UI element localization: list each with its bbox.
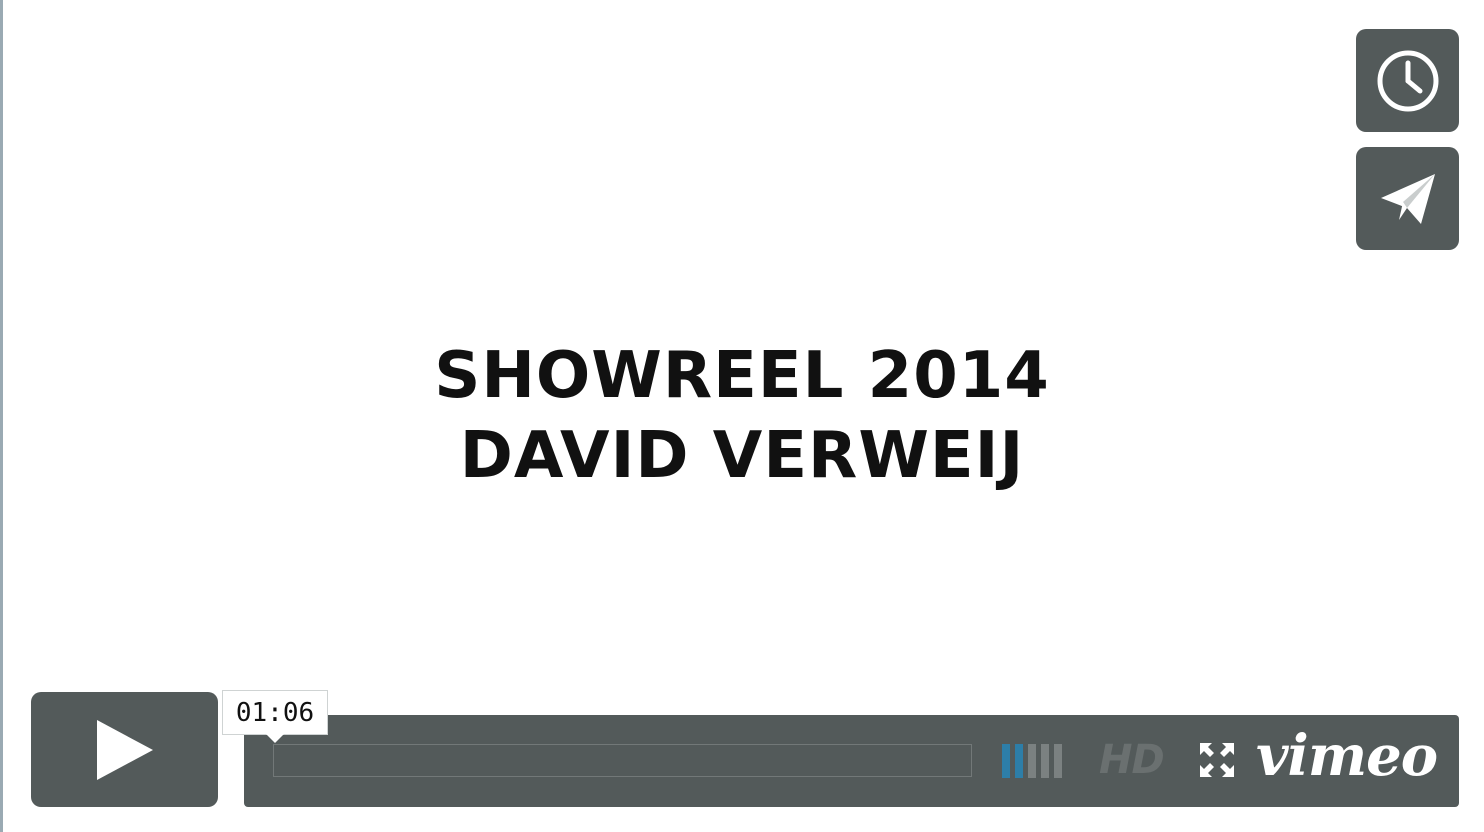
controls-bar: HD vimeo bbox=[244, 715, 1459, 807]
time-tooltip: 01:06 bbox=[222, 690, 328, 735]
hd-toggle[interactable]: HD bbox=[1099, 737, 1165, 783]
fullscreen-icon[interactable] bbox=[1198, 741, 1236, 779]
clock-icon bbox=[1377, 50, 1438, 111]
time-tooltip-pointer bbox=[266, 734, 284, 743]
play-icon bbox=[96, 719, 153, 780]
volume-bar[interactable] bbox=[1028, 744, 1036, 778]
share-button[interactable] bbox=[1356, 147, 1459, 250]
play-button[interactable] bbox=[31, 692, 218, 807]
volume-bar[interactable] bbox=[1002, 744, 1010, 778]
video-player: SHOWREEL 2014 DAVID VERWEIJ HD vimeo 01:… bbox=[0, 0, 1484, 832]
volume-bar[interactable] bbox=[1015, 744, 1023, 778]
vimeo-logo[interactable]: vimeo bbox=[1256, 723, 1438, 789]
volume-bar[interactable] bbox=[1054, 744, 1062, 778]
watch-later-button[interactable] bbox=[1356, 29, 1459, 132]
volume-bar[interactable] bbox=[1041, 744, 1049, 778]
video-title-card: SHOWREEL 2014 DAVID VERWEIJ bbox=[0, 336, 1484, 496]
title-line-1: SHOWREEL 2014 bbox=[434, 339, 1050, 413]
paper-plane-icon bbox=[1380, 173, 1435, 224]
progress-bar[interactable] bbox=[273, 744, 972, 777]
title-line-2: DAVID VERWEIJ bbox=[459, 419, 1025, 493]
volume-control[interactable] bbox=[1002, 744, 1074, 778]
